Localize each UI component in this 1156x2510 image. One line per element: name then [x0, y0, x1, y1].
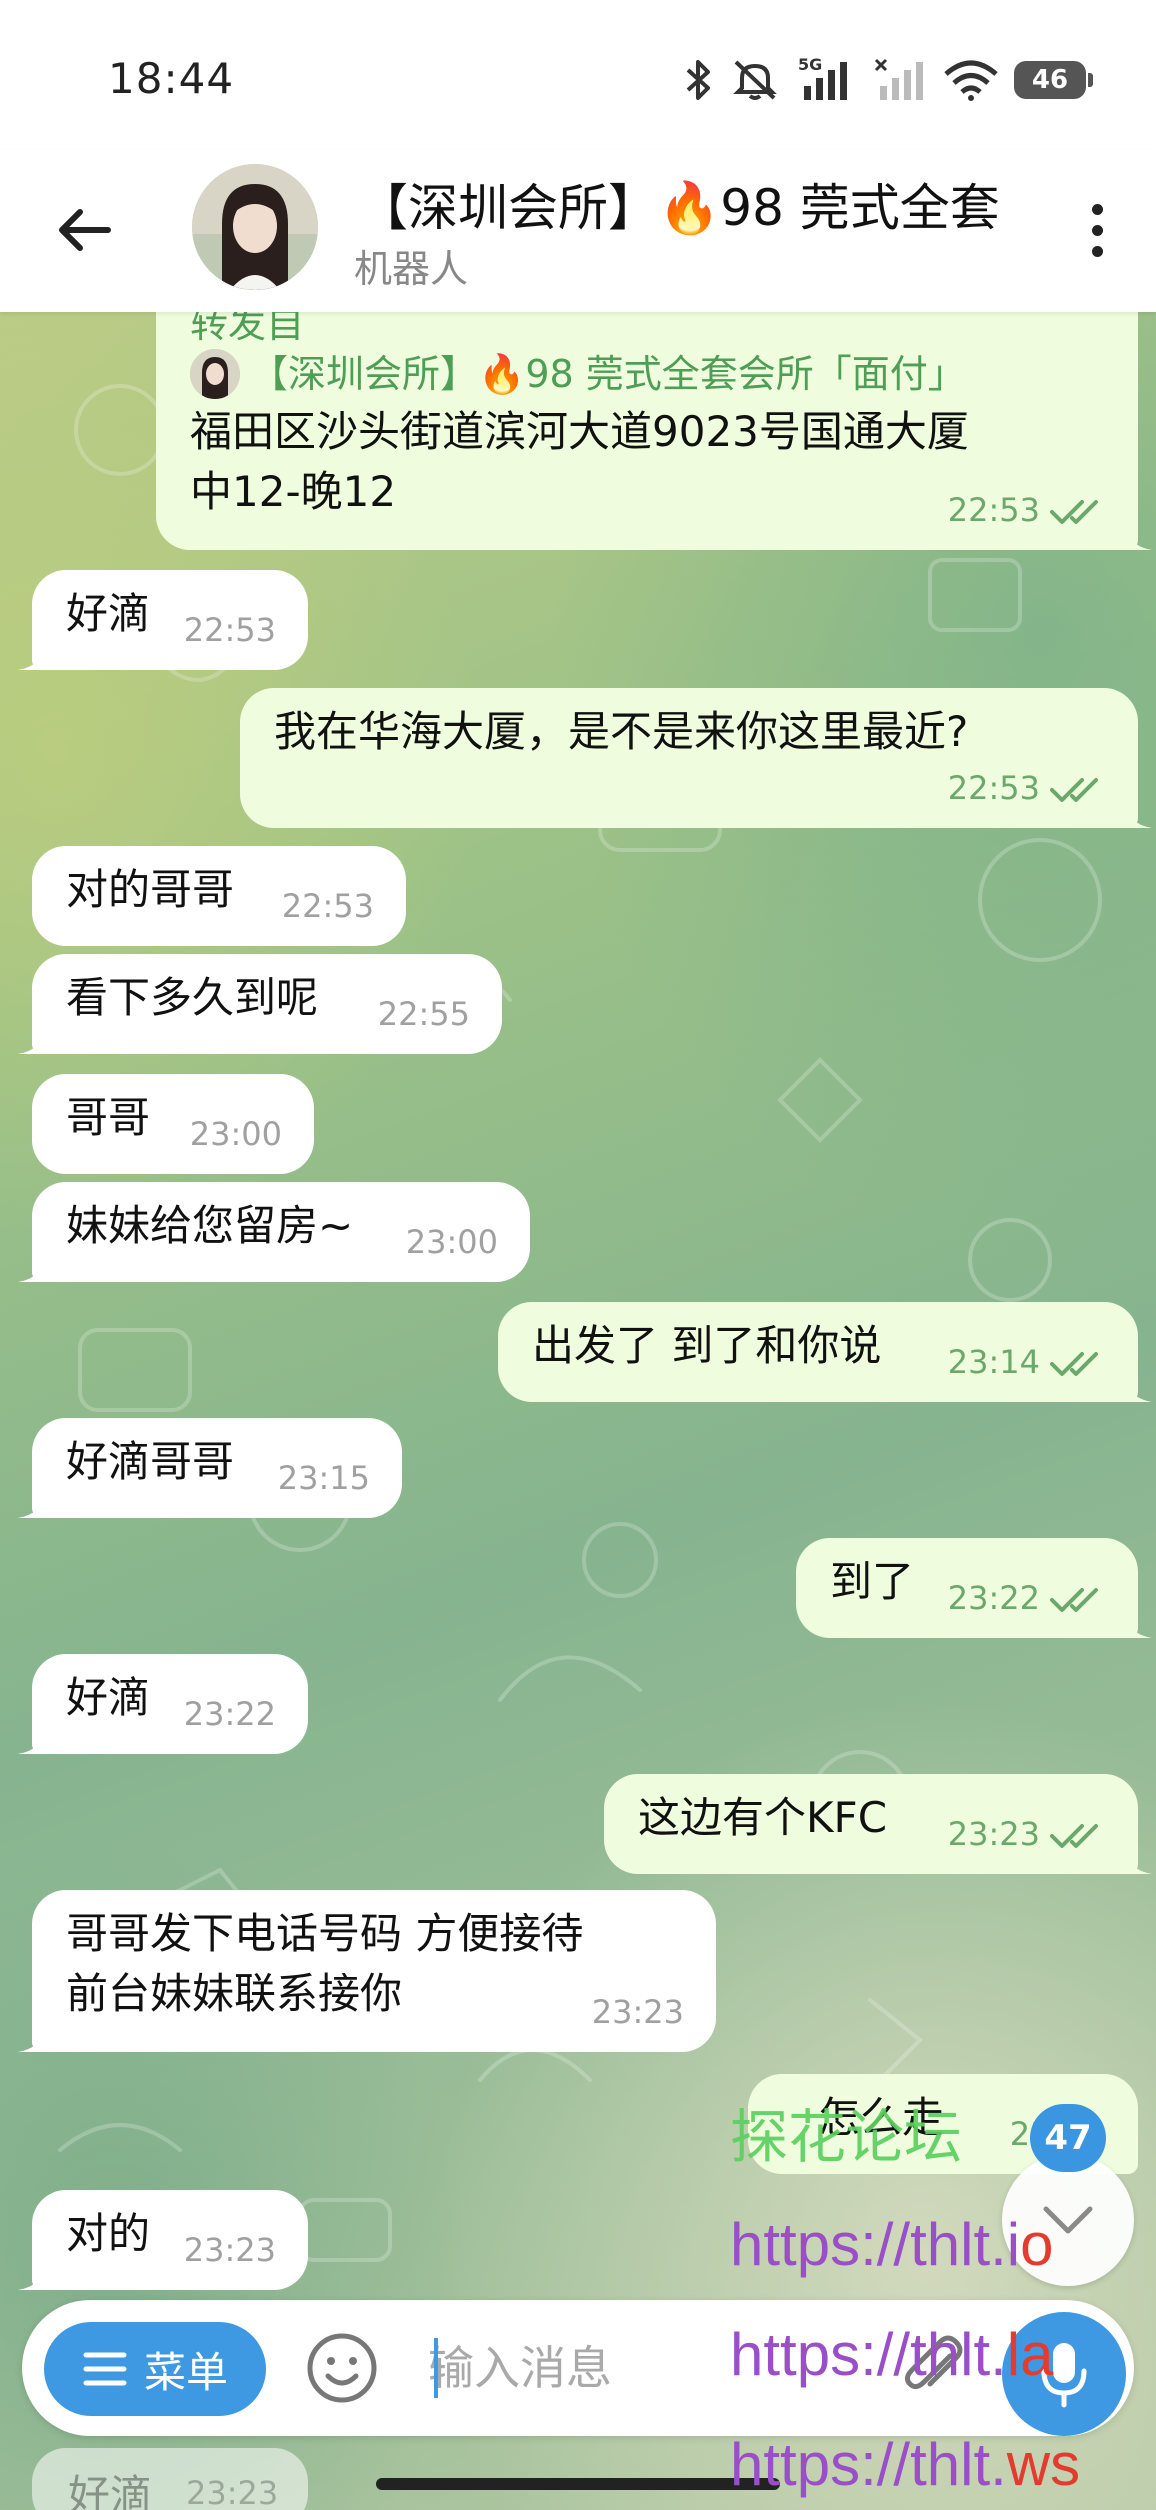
signal-icon	[874, 58, 923, 100]
message-text: 这边有个KFC	[638, 1793, 888, 1842]
status-time: 18:44	[108, 54, 235, 103]
message-outgoing[interactable]: 出发了 到了和你说 23:14	[498, 1302, 1152, 1402]
message-time: 22:53	[183, 611, 276, 649]
watermark-url: https://thlt.la	[730, 2321, 1054, 2388]
read-check-icon	[1050, 1588, 1098, 1612]
message-outgoing[interactable]: 到了 23:22	[796, 1538, 1152, 1638]
message-incoming[interactable]: 好滴哥哥 23:15	[18, 1418, 402, 1518]
message-time: 23:23	[948, 1804, 1102, 1864]
read-check-icon	[1050, 1824, 1098, 1848]
message-text: 妹妹给您留房~	[66, 1201, 354, 1250]
more-options-button[interactable]	[1072, 190, 1122, 270]
arrow-left-icon	[59, 209, 111, 251]
forward-source-name: 【深圳会所】🔥98 莞式全套会所「面付」	[250, 352, 966, 396]
message-time: 22:53	[281, 887, 374, 925]
message-outgoing[interactable]: 我在华海大厦，是不是来你这里最近? 22:53	[240, 688, 1152, 828]
message-text: 到了	[830, 1557, 915, 1606]
more-dot-icon	[1091, 203, 1103, 215]
message-time: 23:22	[948, 1568, 1102, 1628]
message-time: 23:14	[948, 1332, 1102, 1392]
menu-lines-icon	[83, 2352, 127, 2386]
message-text: 哥哥	[66, 1093, 151, 1142]
watermark-url: https://thlt.ws	[730, 2431, 1081, 2498]
bluetooth-icon	[686, 60, 710, 100]
text-caret	[434, 2338, 438, 2398]
chat-avatar[interactable]	[192, 164, 318, 290]
message-incoming[interactable]: 好滴 22:53	[18, 570, 308, 670]
message-incoming[interactable]: 哥哥发下电话号码 方便接待 前台妹妹联系接你 23:23	[18, 1890, 716, 2052]
message-text: 对的哥哥	[66, 865, 235, 914]
message-text: 好滴哥哥	[66, 1437, 235, 1486]
read-check-icon	[1050, 778, 1098, 802]
message-time: 23:15	[277, 1459, 370, 1497]
menu-label: 菜单	[143, 2347, 228, 2397]
message-text: 福田区沙头街道滨河大道9023号国通大厦	[190, 407, 969, 456]
avatar-photo	[192, 164, 318, 290]
unread-count-badge[interactable]: 47	[1030, 2104, 1106, 2172]
message-forwarded[interactable]: 转发自 【深圳会所】🔥98 莞式全套会所「面付」 福田区沙头街道滨河大道9023…	[156, 272, 1152, 550]
message-text: 出发了 到了和你说	[532, 1321, 882, 1370]
back-button[interactable]	[48, 194, 120, 266]
message-text: 好滴	[66, 589, 151, 638]
message-text: 好滴	[66, 1673, 151, 1722]
message-time: 23:23	[591, 1993, 684, 2031]
read-check-icon	[1050, 1352, 1098, 1376]
message-incoming: 好滴 23:23	[32, 2448, 308, 2510]
message-text: 我在华海大厦，是不是来你这里最近?	[274, 707, 969, 756]
chat-header: 【深圳会所】🔥98 莞式全套 机器人	[0, 150, 1156, 312]
message-incoming[interactable]: 对的 23:23	[18, 2190, 308, 2290]
message-text: 哥哥发下电话号码 方便接待	[66, 1909, 584, 1958]
message-time: 22:53	[948, 480, 1102, 540]
watermark-url: https://thlt.io	[730, 2211, 1054, 2278]
emoji-icon[interactable]	[300, 2326, 384, 2410]
message-incoming[interactable]: 哥哥 23:00	[32, 1074, 314, 1174]
svg-text:5G: 5G	[798, 56, 822, 74]
message-incoming[interactable]: 看下多久到呢 22:55	[18, 954, 502, 1054]
forward-source[interactable]: 【深圳会所】🔥98 莞式全套会所「面付」	[190, 346, 1104, 402]
message-incoming[interactable]: 好滴 23:22	[18, 1654, 308, 1754]
message-incoming[interactable]: 对的哥哥 22:53	[32, 846, 406, 946]
battery-icon: 46	[1014, 61, 1093, 99]
wifi-icon	[944, 60, 998, 101]
message-time: 23:22	[183, 1695, 276, 1733]
bot-menu-button[interactable]: 菜单	[44, 2322, 266, 2416]
message-time: 23:00	[189, 1115, 282, 1153]
message-time: 22:55	[377, 995, 470, 1033]
status-bar: 18:44 5G 46	[0, 0, 1156, 150]
more-dot-icon	[1091, 245, 1103, 257]
message-text: 对的	[66, 2209, 151, 2258]
chat-subtitle: 机器人	[354, 247, 469, 291]
chat-title[interactable]: 【深圳会所】🔥98 莞式全套	[358, 168, 1018, 240]
forward-avatar	[190, 349, 240, 399]
message-time: 23:00	[405, 1223, 498, 1261]
message-outgoing[interactable]: 这边有个KFC 23:23	[604, 1774, 1152, 1874]
message-time: 22:53	[948, 758, 1102, 818]
signal-icon: 5G	[798, 56, 847, 100]
read-check-icon	[1050, 500, 1098, 524]
watermark-text: 探花论坛	[730, 2105, 963, 2170]
message-time: 23:23	[186, 2474, 279, 2510]
message-time: 23:23	[183, 2231, 276, 2269]
home-indicator[interactable]	[376, 2478, 780, 2490]
message-text: 看下多久到呢	[66, 973, 319, 1022]
message-text: 前台妹妹联系接你	[66, 1969, 403, 2018]
mute-icon	[733, 60, 777, 100]
more-dot-icon	[1091, 224, 1103, 236]
message-incoming[interactable]: 妹妹给您留房~ 23:00	[18, 1182, 530, 1282]
status-icons: 5G 46	[682, 54, 1093, 106]
message-text: 好滴	[68, 2471, 153, 2510]
